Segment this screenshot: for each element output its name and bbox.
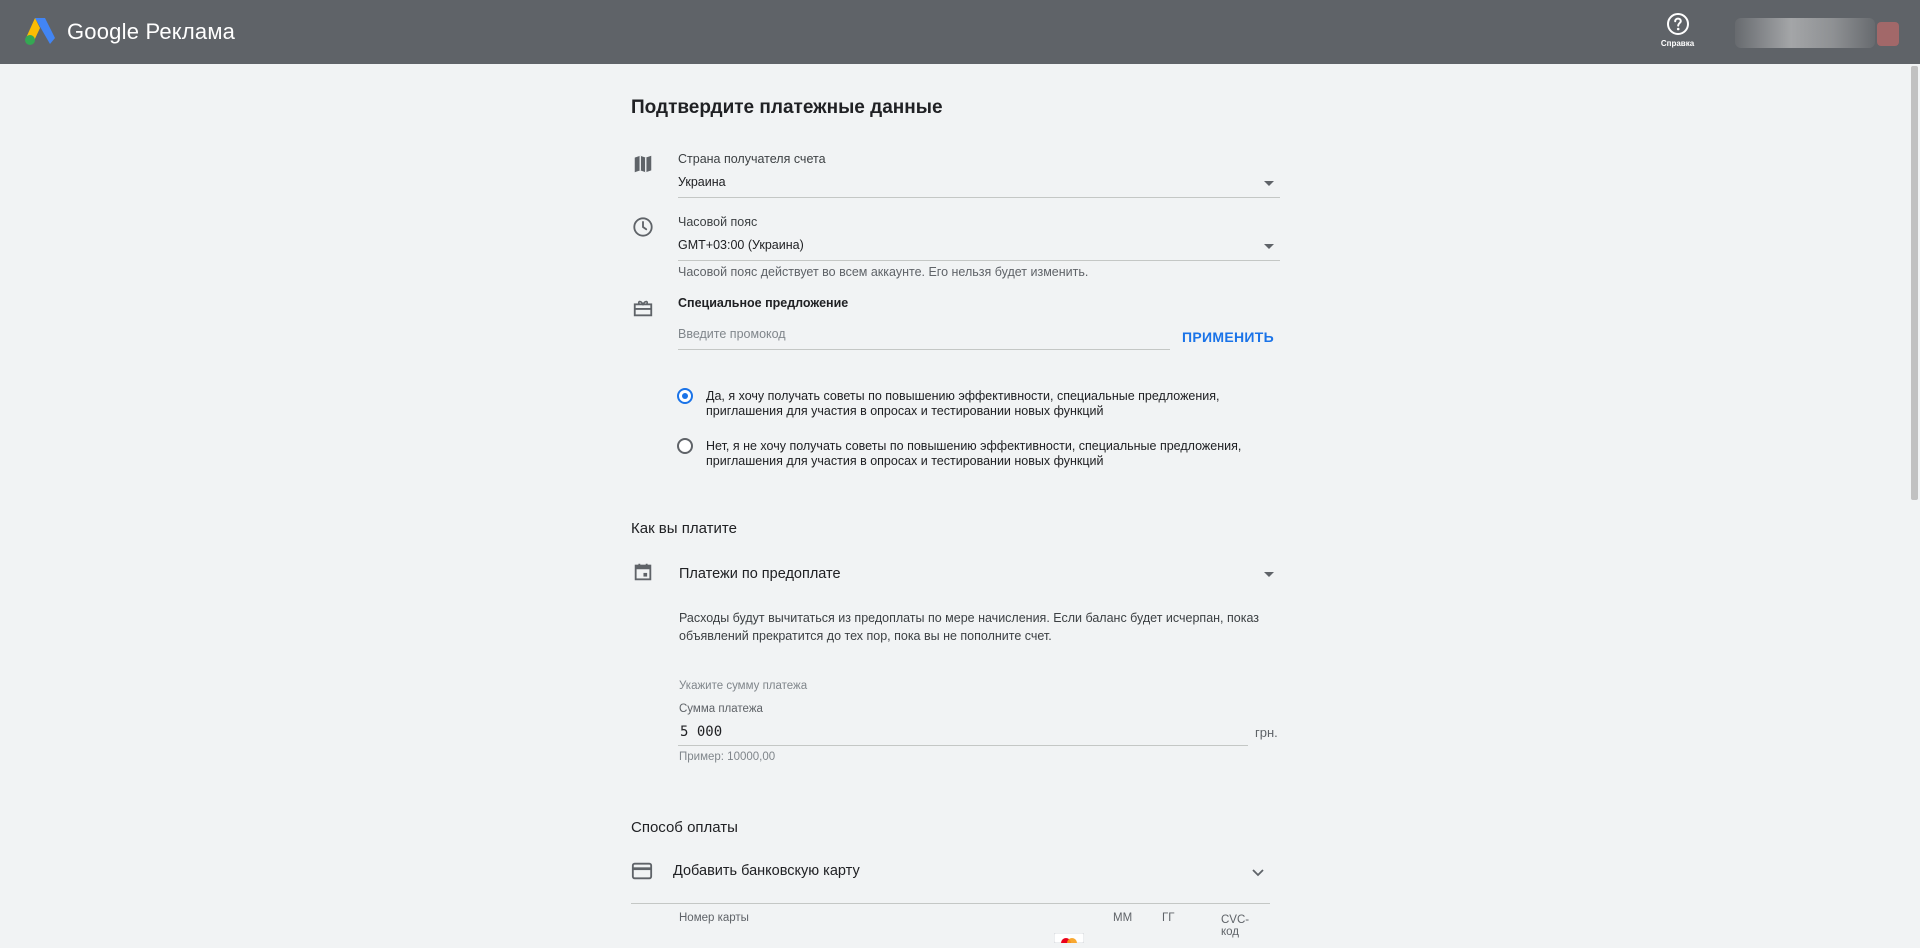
cvc-label-line1: CVC- <box>1221 914 1250 926</box>
dropdown-arrow-icon <box>1264 244 1274 249</box>
cvc-label-line2: код <box>1221 926 1240 938</box>
divider <box>678 260 1280 261</box>
amount-input[interactable]: 5 000 <box>678 718 1248 746</box>
page-title: Подтвердите платежные данные <box>631 97 943 118</box>
payment-type-title: Как вы платите <box>631 520 737 537</box>
scrollbar-thumb[interactable] <box>1911 66 1918 500</box>
radio-no-line1: Нет, я не хочу получать советы по повыше… <box>706 439 1242 453</box>
chevron-down-icon <box>1250 864 1266 880</box>
mastercard-icon <box>1053 930 1085 948</box>
add-card-label: Добавить банковскую карту <box>673 863 860 879</box>
card-number-label: Номер карты <box>679 912 749 924</box>
country-label: Страна получателя счета <box>678 152 826 166</box>
help-circle-icon <box>1666 12 1690 36</box>
country-value: Украина <box>678 175 726 189</box>
help-button[interactable]: Справка <box>1655 12 1700 48</box>
divider <box>631 903 1270 904</box>
credit-card-icon <box>631 860 653 882</box>
payment-description: Расходы будут вычитаться из предоплаты п… <box>679 609 1279 645</box>
calendar-icon <box>632 561 654 583</box>
payment-description-line1: Расходы будут вычитаться из предоплаты п… <box>679 611 1259 625</box>
promo-placeholder: Введите промокод <box>678 327 786 341</box>
promo-code-input[interactable]: Введите промокод <box>678 320 1170 350</box>
help-label: Справка <box>1660 39 1695 48</box>
radio-no[interactable] <box>677 438 693 454</box>
dropdown-arrow-icon <box>1264 572 1274 577</box>
year-label: ГГ <box>1162 912 1175 924</box>
radio-yes-line1: Да, я хочу получать советы по повышению … <box>706 389 1220 403</box>
radio-yes[interactable] <box>677 388 693 404</box>
payment-type-value: Платежи по предоплате <box>679 566 841 582</box>
gift-icon <box>632 297 654 319</box>
google-ads-logo[interactable] <box>24 16 56 46</box>
radio-yes-line2: приглашения для участия в опросах и тест… <box>706 404 1104 418</box>
timezone-hint: Часовой пояс действует во всем аккаунте.… <box>678 265 1089 279</box>
payment-description-line2: объявлений прекратится до тех пор, пока … <box>679 629 1052 643</box>
amount-label: Сумма платежа <box>679 703 763 715</box>
timezone-label: Часовой пояс <box>678 215 758 229</box>
amount-value: 5 000 <box>680 724 723 740</box>
top-app-bar: Google Реклама Справка <box>0 0 1920 64</box>
amount-example: Пример: 10000,00 <box>679 751 776 763</box>
radio-no-line2: приглашения для участия в опросах и тест… <box>706 454 1104 468</box>
dropdown-arrow-icon <box>1264 181 1274 186</box>
divider <box>678 349 1170 350</box>
promo-label: Специальное предложение <box>678 296 849 310</box>
divider <box>678 197 1280 198</box>
divider <box>678 745 1248 746</box>
account-info[interactable] <box>1735 18 1875 48</box>
clock-icon <box>632 216 654 238</box>
currency-label: грн. <box>1255 725 1278 740</box>
timezone-select[interactable]: GMT+03:00 (Украина) <box>678 233 1280 261</box>
country-select[interactable]: Украина <box>678 170 1280 198</box>
amount-prompt: Укажите сумму платежа <box>679 680 808 692</box>
month-label: ММ <box>1113 912 1133 924</box>
map-icon <box>632 153 654 175</box>
radio-yes-label[interactable]: Да, я хочу получать советы по повышению … <box>706 389 1296 419</box>
radio-no-label[interactable]: Нет, я не хочу получать советы по повыше… <box>706 439 1296 469</box>
payment-method-title: Способ оплаты <box>631 819 738 836</box>
add-card-row[interactable]: Добавить банковскую карту <box>630 855 1270 889</box>
timezone-value: GMT+03:00 (Украина) <box>678 238 804 252</box>
cvc-label: CVC- код <box>1221 914 1249 938</box>
avatar[interactable] <box>1877 22 1899 46</box>
brand-name: Google Реклама <box>67 19 236 44</box>
payment-type-select[interactable]: Платежи по предоплате <box>678 560 1282 590</box>
apply-promo-button[interactable]: ПРИМЕНИТЬ <box>1182 329 1274 345</box>
